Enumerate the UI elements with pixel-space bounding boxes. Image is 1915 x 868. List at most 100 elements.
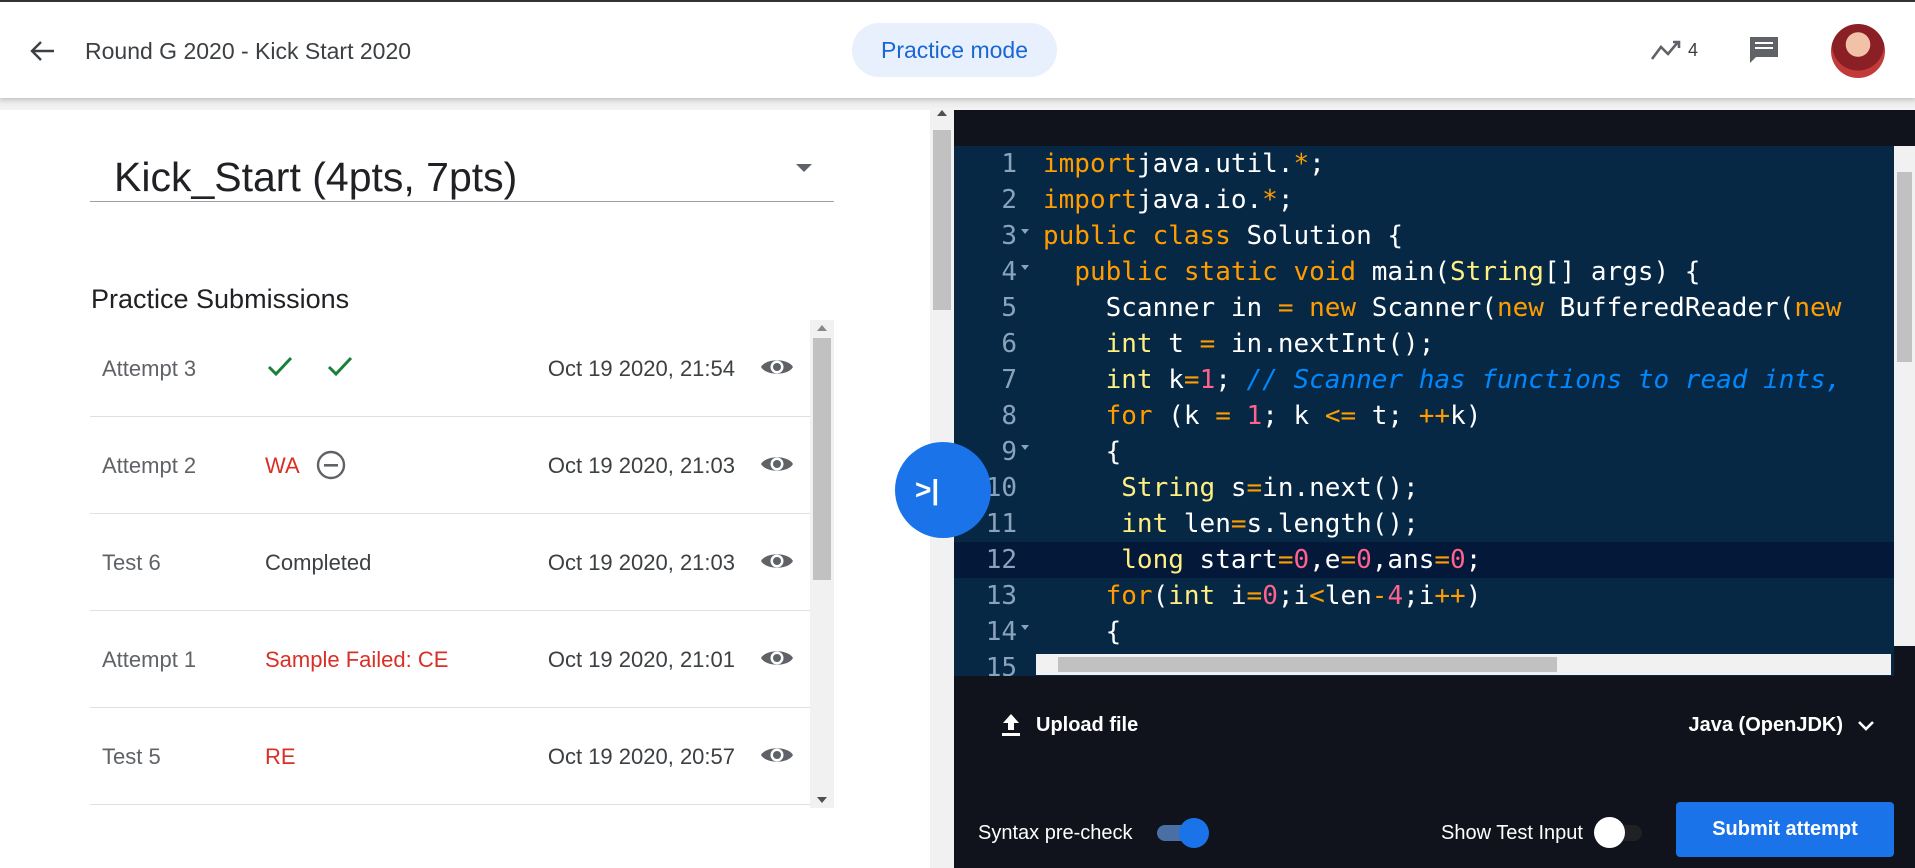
code-editor[interactable]: 1 importjava.util.*; 2 import java.io.*; 3 pub… bbox=[954, 146, 1894, 676]
code-text: for(int i=0;i<len-4;i++) bbox=[1043, 581, 1482, 611]
scrollbar-thumb[interactable] bbox=[933, 130, 951, 310]
submission-row[interactable]: Attempt 3 Oct 19 2020, 21:54 bbox=[90, 320, 810, 417]
collapse-right-icon: >| bbox=[915, 474, 940, 505]
code-token: ; bbox=[1309, 149, 1325, 179]
code-text: public static void main(String[] args) { bbox=[1043, 257, 1700, 287]
submit-attempt-button[interactable]: Submit attempt bbox=[1676, 802, 1894, 857]
code-token: { bbox=[1105, 437, 1122, 467]
editor-horizontal-scrollbar[interactable] bbox=[1036, 654, 1891, 675]
language-value: Java (OpenJDK) bbox=[1688, 714, 1844, 736]
syntax-precheck-toggle[interactable] bbox=[1157, 818, 1209, 848]
problem-select[interactable]: Kick_Start (4pts, 7pts) bbox=[90, 140, 834, 202]
code-token: = bbox=[1183, 365, 1200, 395]
upload-icon bbox=[1002, 714, 1020, 736]
submission-row[interactable]: Attempt 1 Sample Failed: CE Oct 19 2020, 2… bbox=[90, 611, 810, 708]
submission-time: Oct 19 2020, 21:01 bbox=[547, 647, 735, 672]
code-token: Scanner( bbox=[1356, 293, 1497, 323]
view-submission-eye-icon[interactable] bbox=[760, 741, 794, 769]
line-number: 2 bbox=[1001, 185, 1017, 215]
submission-name: Test 6 bbox=[102, 550, 161, 575]
view-submission-eye-icon[interactable] bbox=[760, 353, 794, 381]
code-line: 3 public class Solution { bbox=[954, 218, 1894, 254]
scrollbar-thumb[interactable] bbox=[1897, 172, 1912, 362]
header-divider bbox=[0, 98, 1915, 110]
code-token: 1 bbox=[1246, 401, 1263, 431]
code-token: s bbox=[1215, 473, 1247, 503]
code-line: 12 long start=0,e=0,ans=0; bbox=[954, 542, 1894, 578]
fold-arrow-icon[interactable] bbox=[1021, 445, 1029, 450]
code-line: 6 int t = in.nextInt(); bbox=[954, 326, 1894, 362]
code-token: main( bbox=[1356, 257, 1450, 287]
code-token: ++ bbox=[1434, 581, 1466, 611]
code-token: int bbox=[1105, 329, 1153, 359]
code-token: ( bbox=[1152, 581, 1169, 611]
code-line: 11 int len=s.length(); bbox=[954, 506, 1894, 542]
code-line: 8 for (k = 1; k <= t; ++k) bbox=[954, 398, 1894, 434]
line-number: 15 bbox=[985, 653, 1017, 676]
code-token: ) bbox=[1465, 581, 1482, 611]
code-token: new bbox=[1496, 293, 1544, 323]
avatar[interactable] bbox=[1831, 24, 1885, 78]
code-token: ++ bbox=[1418, 401, 1451, 431]
submission-row[interactable]: Test 6 Completed Oct 19 2020, 21:03 bbox=[90, 514, 810, 611]
chat-button[interactable] bbox=[1748, 35, 1780, 70]
code-token: k bbox=[1152, 365, 1184, 395]
fold-arrow-icon[interactable] bbox=[1021, 265, 1029, 270]
code-line: 10 String s=in.next(); bbox=[954, 470, 1894, 506]
submission-row[interactable]: Test 5 RE Oct 19 2020, 20:57 bbox=[90, 708, 810, 805]
submission-row[interactable]: Attempt 2 WA Oct 19 2020, 21:03 bbox=[90, 417, 810, 514]
code-token: in.next(); bbox=[1262, 473, 1419, 503]
code-line: 14 { bbox=[954, 614, 1894, 650]
fold-arrow-icon[interactable] bbox=[1021, 625, 1029, 630]
upload-file-button[interactable]: Upload file bbox=[1000, 712, 1138, 738]
view-submission-eye-icon[interactable] bbox=[760, 450, 794, 478]
show-test-input-toggle[interactable] bbox=[1594, 817, 1646, 848]
page-title: Round G 2020 - Kick Start 2020 bbox=[85, 38, 412, 64]
fold-arrow-icon[interactable] bbox=[1021, 229, 1029, 234]
code-line: 1 importjava.util.*; bbox=[954, 146, 1894, 182]
code-text: Scanner in = new Scanner(new BufferedRea… bbox=[1043, 293, 1842, 323]
submission-time: Oct 19 2020, 21:03 bbox=[547, 453, 735, 478]
scroll-up-arrow-icon[interactable] bbox=[937, 110, 947, 116]
code-text: public class Solution { bbox=[1043, 221, 1403, 251]
code-token: import bbox=[1043, 149, 1137, 179]
scoreboard-trend-button[interactable]: 4 bbox=[1650, 39, 1698, 61]
code-token: for bbox=[1105, 581, 1153, 611]
scroll-down-arrow-icon[interactable] bbox=[817, 797, 827, 803]
code-token: * bbox=[1262, 185, 1278, 215]
scrollbar-thumb[interactable] bbox=[813, 338, 831, 580]
line-number: 12 bbox=[985, 545, 1017, 575]
line-number: 13 bbox=[985, 581, 1017, 611]
header-bar: Round G 2020 - Kick Start 2020 Practice … bbox=[0, 2, 1915, 98]
code-token: ,e bbox=[1309, 545, 1341, 575]
code-text: for (k = 1; k <= t; ++k) bbox=[1043, 401, 1482, 431]
code-token: // Scanner has functions to read ints, bbox=[1246, 365, 1842, 395]
minus-circle-icon bbox=[315, 449, 347, 486]
line-number: 4 bbox=[1001, 257, 1017, 287]
code-token: Solution { bbox=[1230, 221, 1404, 251]
view-submission-eye-icon[interactable] bbox=[760, 547, 794, 575]
practice-mode-chip[interactable]: Practice mode bbox=[852, 23, 1057, 77]
view-submission-eye-icon[interactable] bbox=[760, 644, 794, 672]
code-token: 0 bbox=[1450, 545, 1466, 575]
submission-time: Oct 19 2020, 20:57 bbox=[547, 744, 735, 769]
scroll-up-arrow-icon[interactable] bbox=[817, 325, 827, 331]
editor-vertical-scrollbar[interactable] bbox=[1894, 146, 1915, 646]
code-token: for bbox=[1105, 401, 1153, 431]
submissions-scrollbar[interactable] bbox=[810, 320, 834, 808]
back-button[interactable] bbox=[24, 36, 60, 66]
chat-icon bbox=[1750, 37, 1778, 63]
collapse-panel-button[interactable]: >| bbox=[895, 442, 991, 538]
code-token: i bbox=[1215, 581, 1247, 611]
line-number: 14 bbox=[985, 617, 1017, 647]
code-token: < bbox=[1309, 581, 1325, 611]
toggle-knob bbox=[1179, 818, 1209, 848]
scrollbar-thumb[interactable] bbox=[1058, 657, 1557, 672]
show-test-input-label: Show Test Input bbox=[1441, 822, 1583, 844]
language-select[interactable]: Java (OpenJDK) bbox=[1689, 714, 1876, 737]
code-token: int bbox=[1168, 581, 1216, 611]
code-token: java.io. bbox=[1136, 185, 1263, 215]
